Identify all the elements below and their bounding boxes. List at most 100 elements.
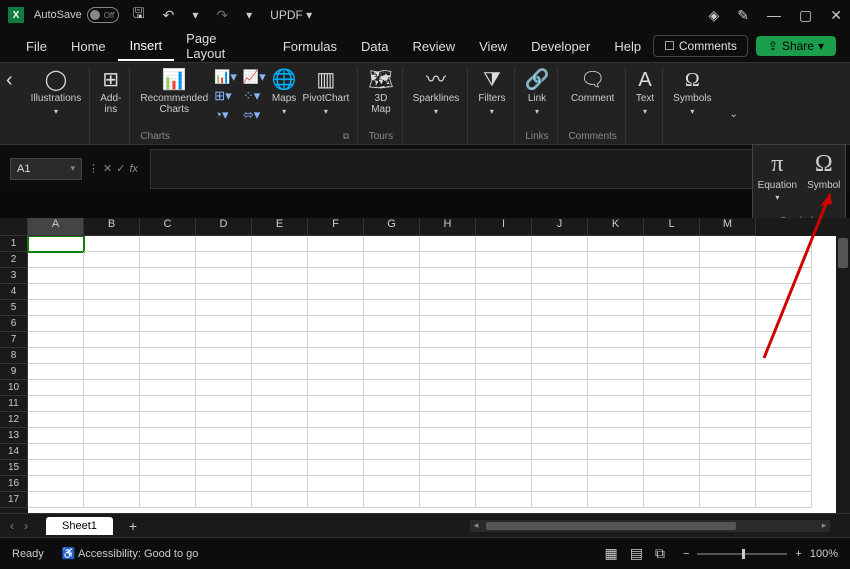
cell[interactable]	[252, 252, 308, 268]
cell[interactable]	[364, 252, 420, 268]
column-chart-icon[interactable]: 📊▾	[214, 69, 237, 85]
vertical-scrollbar[interactable]	[836, 236, 850, 513]
add-sheet-button[interactable]: +	[129, 518, 137, 534]
symbols-button[interactable]: ΩSymbols▾	[673, 69, 711, 117]
column-header[interactable]: M	[700, 218, 756, 236]
column-header[interactable]: K	[588, 218, 644, 236]
cell[interactable]	[644, 364, 700, 380]
cell[interactable]	[532, 396, 588, 412]
cell[interactable]	[644, 252, 700, 268]
page-layout-view-icon[interactable]: ▤	[630, 545, 643, 562]
hierarchy-chart-icon[interactable]: ⊞▾	[214, 88, 237, 104]
enter-formula-icon[interactable]: ✓	[116, 162, 125, 175]
zoom-control[interactable]: − + 100%	[683, 548, 838, 560]
cell[interactable]	[28, 444, 84, 460]
cell[interactable]	[252, 284, 308, 300]
cell[interactable]	[476, 476, 532, 492]
cell[interactable]	[588, 396, 644, 412]
cell[interactable]	[476, 332, 532, 348]
cell[interactable]	[476, 268, 532, 284]
equation-button[interactable]: πEquation▾	[758, 151, 797, 202]
illustrations-button[interactable]: ◯Illustrations▾	[31, 69, 82, 117]
cell[interactable]	[28, 316, 84, 332]
cell[interactable]	[364, 236, 420, 252]
cell[interactable]	[700, 300, 756, 316]
cell[interactable]	[420, 444, 476, 460]
cell[interactable]	[308, 364, 364, 380]
row-header[interactable]: 17	[0, 492, 28, 508]
cell[interactable]	[196, 316, 252, 332]
cell[interactable]	[700, 476, 756, 492]
cell[interactable]	[84, 492, 140, 508]
cell[interactable]	[196, 444, 252, 460]
cell[interactable]	[196, 236, 252, 252]
cell[interactable]	[196, 412, 252, 428]
cell[interactable]	[420, 236, 476, 252]
cell[interactable]	[252, 300, 308, 316]
cell[interactable]	[252, 412, 308, 428]
cell[interactable]	[308, 492, 364, 508]
cell[interactable]	[588, 460, 644, 476]
customize-qat-icon[interactable]: ▾	[242, 6, 256, 24]
cell[interactable]	[756, 332, 812, 348]
cell[interactable]	[588, 300, 644, 316]
cell[interactable]	[364, 396, 420, 412]
cell[interactable]	[756, 380, 812, 396]
cell[interactable]	[308, 476, 364, 492]
cell[interactable]	[28, 492, 84, 508]
cell[interactable]	[644, 412, 700, 428]
cell[interactable]	[308, 396, 364, 412]
tab-home[interactable]: Home	[59, 33, 118, 60]
cell[interactable]	[196, 492, 252, 508]
cell[interactable]	[140, 348, 196, 364]
cell[interactable]	[364, 412, 420, 428]
cell[interactable]	[756, 300, 812, 316]
cell[interactable]	[644, 444, 700, 460]
cell[interactable]	[308, 268, 364, 284]
close-icon[interactable]: ✕	[830, 7, 842, 24]
column-header[interactable]: G	[364, 218, 420, 236]
addins-button[interactable]: ⊞Add- ins	[100, 69, 121, 115]
undo-icon[interactable]: ↶	[159, 5, 179, 26]
cell[interactable]	[420, 380, 476, 396]
row-header[interactable]: 7	[0, 332, 28, 348]
cell[interactable]	[84, 316, 140, 332]
maximize-icon[interactable]: ▢	[799, 7, 812, 24]
chart-types[interactable]: 📊▾📈▾ ⊞▾⁘▾ ◔▾⬄▾	[214, 69, 265, 123]
cell[interactable]	[700, 252, 756, 268]
cell[interactable]	[308, 380, 364, 396]
tab-data[interactable]: Data	[349, 33, 400, 60]
cell[interactable]	[644, 316, 700, 332]
cell[interactable]	[476, 284, 532, 300]
share-button[interactable]: ⇪ Share ▾	[756, 36, 836, 56]
scroll-thumb[interactable]	[838, 238, 848, 268]
cell[interactable]	[84, 300, 140, 316]
cell[interactable]	[588, 492, 644, 508]
cell[interactable]	[532, 476, 588, 492]
cell[interactable]	[700, 236, 756, 252]
cell[interactable]	[476, 396, 532, 412]
cell[interactable]	[196, 300, 252, 316]
cell[interactable]	[756, 428, 812, 444]
cell[interactable]	[196, 284, 252, 300]
cell[interactable]	[196, 380, 252, 396]
cell[interactable]	[84, 364, 140, 380]
page-break-view-icon[interactable]: ⧉	[655, 545, 665, 562]
cell[interactable]	[252, 268, 308, 284]
column-header[interactable]: F	[308, 218, 364, 236]
cell[interactable]	[252, 444, 308, 460]
cell[interactable]	[476, 348, 532, 364]
cell[interactable]	[196, 252, 252, 268]
recommended-charts-button[interactable]: 📊Recommended Charts	[140, 69, 208, 115]
cell[interactable]	[532, 380, 588, 396]
row-header[interactable]: 9	[0, 364, 28, 380]
cell[interactable]	[28, 348, 84, 364]
document-name[interactable]: UPDF ▾	[266, 6, 316, 24]
cell[interactable]	[532, 444, 588, 460]
cell[interactable]	[140, 444, 196, 460]
cell[interactable]	[28, 412, 84, 428]
cell[interactable]	[28, 380, 84, 396]
cancel-formula-icon[interactable]: ✕	[103, 162, 112, 175]
ribbon-collapse-icon[interactable]: ⌄	[730, 109, 738, 120]
cell[interactable]	[84, 380, 140, 396]
